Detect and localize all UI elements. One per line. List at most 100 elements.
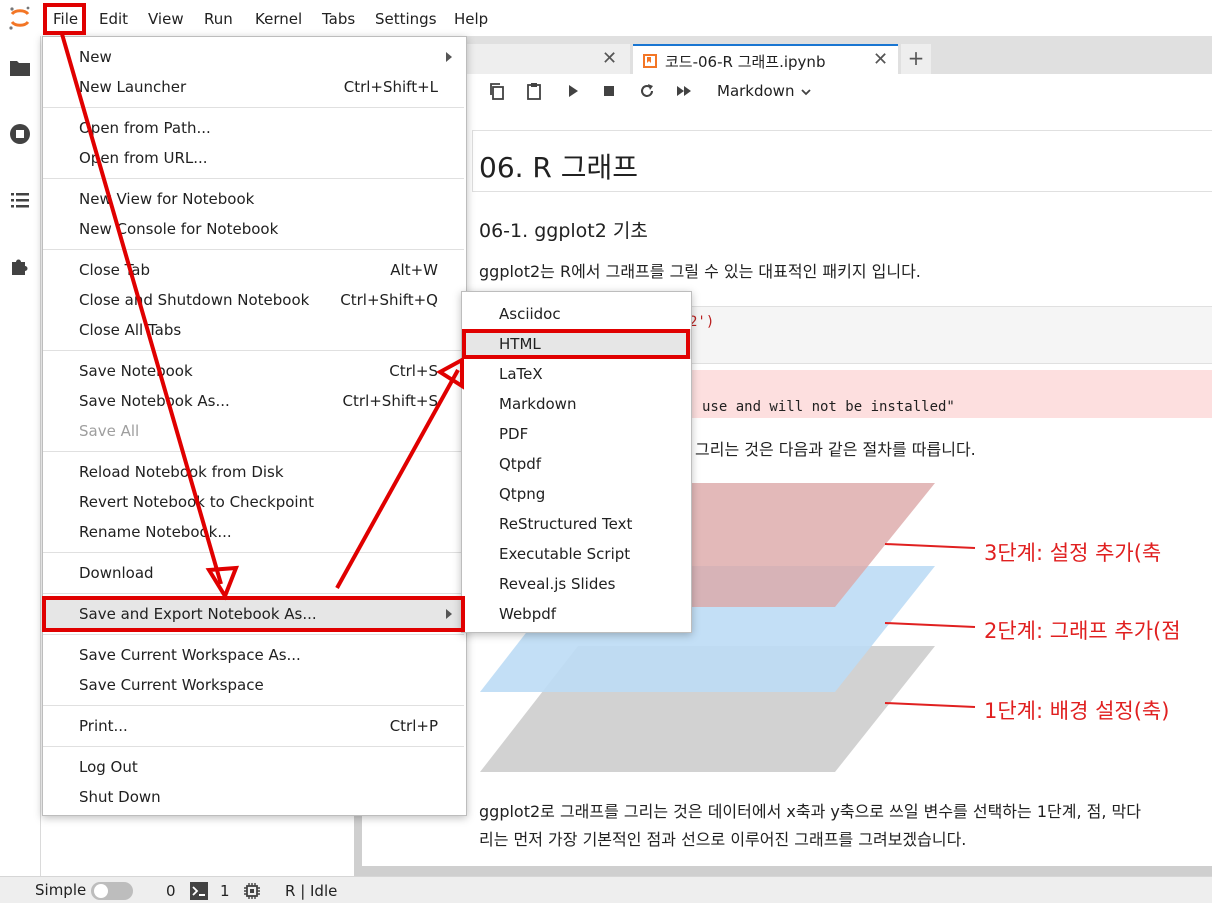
menu-item-label: Open from Path...	[79, 119, 211, 137]
submenu-caret-icon	[446, 52, 452, 62]
file-menu-item-save-notebook[interactable]: Save Notebook Ctrl+S	[43, 356, 464, 386]
file-menu-item-save-current-workspace[interactable]: Save Current Workspace	[43, 670, 464, 700]
status-bar: Simple 0 1 R | Idle	[0, 876, 1212, 903]
annotation-box-file	[43, 3, 86, 35]
menu-item-shortcut: Ctrl+Shift+Q	[340, 291, 438, 309]
run-icon[interactable]	[564, 82, 582, 100]
export-item-pdf[interactable]: PDF	[462, 419, 691, 449]
file-menu-item-rename-notebook[interactable]: Rename Notebook...	[43, 517, 464, 547]
menu-kernel[interactable]: Kernel	[255, 10, 302, 28]
file-menu-item-close-and-shutdown-notebook[interactable]: Close and Shutdown Notebook Ctrl+Shift+Q	[43, 285, 464, 315]
stop-icon[interactable]	[600, 82, 618, 100]
toggle-knob	[94, 884, 108, 898]
close-tab-icon[interactable]: ✕	[873, 49, 888, 70]
file-menu-item-new[interactable]: New	[43, 42, 464, 72]
file-menu-item-close-tab[interactable]: Close Tab Alt+W	[43, 255, 464, 285]
menu-run[interactable]: Run	[204, 10, 233, 28]
menu-item-label: Shut Down	[79, 788, 161, 806]
export-item-reveal-js-slides[interactable]: Reveal.js Slides	[462, 569, 691, 599]
file-menu-item-open-from-path[interactable]: Open from Path...	[43, 113, 464, 143]
menu-help[interactable]: Help	[454, 10, 488, 28]
menu-item-label: Download	[79, 564, 154, 582]
export-item-label: LaTeX	[499, 365, 543, 383]
menu-item-shortcut: Alt+W	[390, 261, 438, 279]
menu-item-label: Revert Notebook to Checkpoint	[79, 493, 314, 511]
export-item-label: Webpdf	[499, 605, 557, 623]
running-icon[interactable]	[8, 122, 32, 146]
export-item-markdown[interactable]: Markdown	[462, 389, 691, 419]
paste-icon[interactable]	[525, 82, 543, 100]
file-menu-item-save-current-workspace-as[interactable]: Save Current Workspace As...	[43, 640, 464, 670]
export-item-qtpdf[interactable]: Qtpdf	[462, 449, 691, 479]
export-item-qtpng[interactable]: Qtpng	[462, 479, 691, 509]
kernel-count: 1	[220, 882, 230, 900]
export-item-executable-script[interactable]: Executable Script	[462, 539, 691, 569]
copy-icon[interactable]	[488, 82, 506, 100]
menu-separator	[43, 178, 464, 179]
menu-tabs[interactable]: Tabs	[322, 10, 355, 28]
new-tab-button[interactable]: +	[901, 44, 931, 74]
menu-view[interactable]: View	[148, 10, 184, 28]
file-menu-item-new-view-for-notebook[interactable]: New View for Notebook	[43, 184, 464, 214]
menubar: File Edit View Run Kernel Tabs Settings …	[0, 0, 1212, 36]
terminal-icon[interactable]	[190, 882, 208, 900]
menu-separator	[43, 451, 464, 452]
export-item-label: Asciidoc	[499, 305, 561, 323]
file-menu: New New Launcher Ctrl+Shift+L Open from Pat…	[42, 36, 467, 816]
chevron-down-icon[interactable]	[800, 86, 812, 98]
file-menu-item-log-out[interactable]: Log Out	[43, 752, 464, 782]
annotation-box-html	[462, 329, 690, 359]
export-item-asciidoc[interactable]: Asciidoc	[462, 299, 691, 329]
file-menu-item-new-launcher[interactable]: New Launcher Ctrl+Shift+L	[43, 72, 464, 102]
export-item-label: ReStructured Text	[499, 515, 633, 533]
file-menu-item-download[interactable]: Download	[43, 558, 464, 588]
cell-type-select[interactable]: Markdown	[717, 82, 794, 100]
toc-icon[interactable]	[8, 188, 32, 212]
export-item-restructured-text[interactable]: ReStructured Text	[462, 509, 691, 539]
file-menu-item-close-all-tabs[interactable]: Close All Tabs	[43, 315, 464, 345]
close-tab-icon[interactable]: ✕	[602, 48, 617, 69]
file-menu-item-new-console-for-notebook[interactable]: New Console for Notebook	[43, 214, 464, 244]
kernel-chip-icon[interactable]	[243, 882, 261, 900]
file-menu-item-print[interactable]: Print... Ctrl+P	[43, 711, 464, 741]
paragraph-line-1: ggplot2로 그래프를 그리는 것은 데이터에서 x축과 y축으로 쓰일 변…	[479, 802, 1141, 821]
menu-item-label: Close All Tabs	[79, 321, 182, 339]
terminal-count: 0	[166, 882, 176, 900]
menu-item-label: Open from URL...	[79, 149, 208, 167]
tab-notebook[interactable]: 코드-06-R 그래프.ipynb ✕	[633, 44, 898, 76]
folder-icon[interactable]	[8, 56, 32, 80]
export-item-latex[interactable]: LaTeX	[462, 359, 691, 389]
export-item-label: PDF	[499, 425, 529, 443]
restart-icon[interactable]	[638, 82, 656, 100]
export-item-webpdf[interactable]: Webpdf	[462, 599, 691, 629]
simple-mode-toggle[interactable]	[91, 882, 133, 900]
menu-separator	[43, 107, 464, 108]
file-menu-item-open-from-url[interactable]: Open from URL...	[43, 143, 464, 173]
file-menu-item-save-notebook-as[interactable]: Save Notebook As... Ctrl+Shift+S	[43, 386, 464, 416]
menu-item-label: Reload Notebook from Disk	[79, 463, 284, 481]
fast-forward-icon[interactable]	[675, 82, 693, 100]
tab-launcher[interactable]: ✕	[466, 44, 630, 74]
paragraph-line-2: 리는 먼저 가장 기본적인 점과 선으로 이루어진 그래프를 그려보겠습니다.	[479, 830, 967, 849]
menu-item-label: Save Current Workspace	[79, 676, 264, 694]
export-item-label: Executable Script	[499, 545, 631, 563]
menu-item-label: Close Tab	[79, 261, 151, 279]
file-menu-item-reload-notebook-from-disk[interactable]: Reload Notebook from Disk	[43, 457, 464, 487]
export-item-label: Qtpdf	[499, 455, 542, 473]
menu-item-label: Rename Notebook...	[79, 523, 232, 541]
menu-edit[interactable]: Edit	[99, 10, 128, 28]
menu-item-label: Save Current Workspace As...	[79, 646, 301, 664]
menu-item-shortcut: Ctrl+P	[389, 717, 438, 735]
layer-3-pointer	[884, 543, 976, 549]
menu-separator	[43, 746, 464, 747]
tab-notebook-label: 코드-06-R 그래프.ipynb	[665, 53, 826, 71]
menu-item-label: New	[79, 48, 112, 66]
file-menu-item-revert-notebook-to-checkpoint[interactable]: Revert Notebook to Checkpoint	[43, 487, 464, 517]
kernel-status: R | Idle	[285, 882, 338, 900]
file-menu-item-shut-down[interactable]: Shut Down	[43, 782, 464, 812]
extension-icon[interactable]	[8, 254, 32, 278]
menu-settings[interactable]: Settings	[375, 10, 437, 28]
menu-separator	[43, 249, 464, 250]
export-item-label: Markdown	[499, 395, 577, 413]
menu-item-label: Save All	[79, 422, 140, 440]
